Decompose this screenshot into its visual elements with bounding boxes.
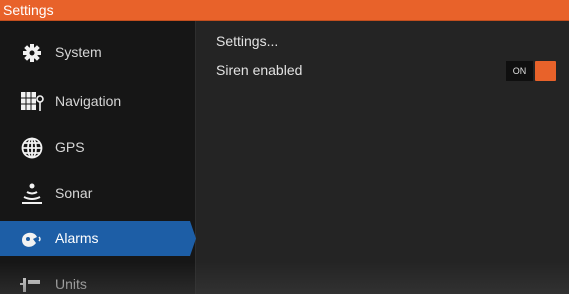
sidebar-item-gps[interactable]: GPS xyxy=(0,130,196,165)
settings-link[interactable]: Settings... xyxy=(216,33,278,50)
toggle-knob[interactable] xyxy=(535,61,556,81)
sidebar-item-alarms[interactable]: Alarms xyxy=(0,221,196,256)
sidebar-item-label: Sonar xyxy=(55,185,93,201)
siren-enabled-label: Siren enabled xyxy=(216,62,303,78)
settings-content-panel: Settings... Siren enabled ON xyxy=(196,21,569,294)
settings-link-row[interactable]: Settings... xyxy=(196,29,569,55)
window-title: Settings xyxy=(3,2,54,18)
sidebar-item-units[interactable]: Units xyxy=(0,267,196,294)
navigation-icon xyxy=(20,91,44,113)
sidebar-item-label: Units xyxy=(55,276,87,292)
sidebar-item-system[interactable]: System xyxy=(0,35,196,70)
toggle-state-label: ON xyxy=(506,61,533,81)
sidebar-item-sonar[interactable]: Sonar xyxy=(0,176,196,211)
siren-toggle[interactable]: ON xyxy=(506,61,556,81)
settings-window: Settings System Navigation GPS Sonar Ala… xyxy=(0,0,569,294)
alarm-icon xyxy=(20,228,44,250)
settings-sidebar: System Navigation GPS Sonar Alarms Units xyxy=(0,21,196,294)
sonar-icon xyxy=(20,183,44,205)
sidebar-item-label: Alarms xyxy=(55,230,99,246)
sidebar-item-navigation[interactable]: Navigation xyxy=(0,84,196,119)
sidebar-item-label: Navigation xyxy=(55,93,122,109)
sidebar-item-label: System xyxy=(55,44,102,60)
gear-icon xyxy=(20,42,44,64)
globe-icon xyxy=(20,137,44,159)
sidebar-item-label: GPS xyxy=(55,139,85,155)
units-icon xyxy=(20,274,44,294)
title-bar: Settings xyxy=(0,0,569,21)
